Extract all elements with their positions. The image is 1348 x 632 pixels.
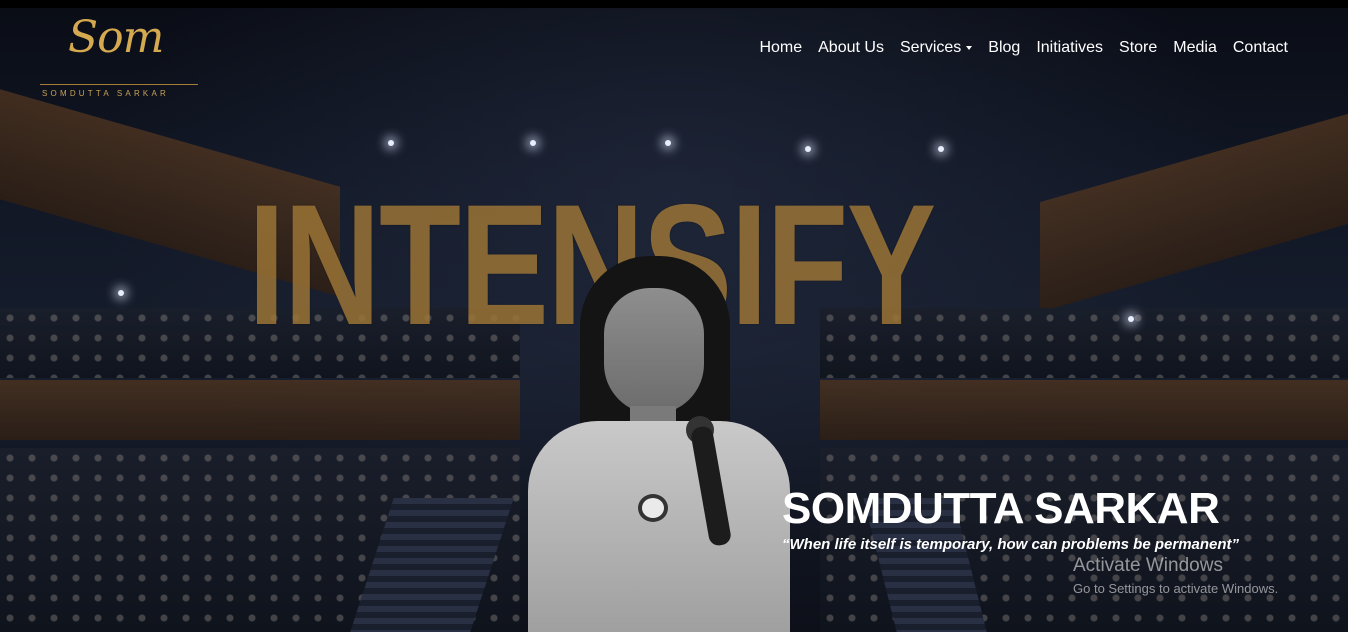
nav-media[interactable]: Media [1173,38,1217,58]
logo-subtitle: SOMDUTTA SARKAR [42,89,169,98]
activate-windows-title: Activate Windows [1073,555,1223,576]
nav-initiatives[interactable]: Initiatives [1036,38,1103,58]
logo-divider [40,84,198,85]
ceiling-light [530,140,536,146]
logo-script: Som [68,12,164,63]
site-logo[interactable]: Som SOMDUTTA SARKAR [40,12,200,100]
balcony-right-lower [820,380,1348,440]
main-nav: Home About Us Services Blog Initiatives … [743,38,1288,58]
activate-windows-watermark: Activate Windows Go to Settings to activ… [1073,555,1278,596]
nav-home[interactable]: Home [759,38,802,58]
hero-banner: INTENSIFY SOMDUTTA SARKAR “When life its… [0,8,1348,632]
ceiling-light [388,140,394,146]
ceiling-light [805,146,811,152]
speaker-face [604,288,704,414]
top-strip [0,0,1348,8]
chevron-down-icon [966,46,973,50]
nav-contact[interactable]: Contact [1233,38,1288,58]
wristwatch [638,494,668,522]
balcony-right-upper [1040,113,1348,313]
nav-store[interactable]: Store [1119,38,1157,58]
nav-services[interactable]: Services [899,38,973,58]
nav-services-label: Services [899,39,962,56]
balcony-left-lower [0,380,520,440]
ceiling-light [665,140,671,146]
activate-windows-subtitle: Go to Settings to activate Windows. [1073,581,1279,596]
ceiling-light [938,146,944,152]
ceiling-light [1128,316,1134,322]
nav-blog[interactable]: Blog [988,38,1020,58]
ceiling-light [118,290,124,296]
speaker-name: SOMDUTTA SARKAR [782,484,1220,533]
speaker-photo [510,256,810,632]
speaker-quote: “When life itself is temporary, how can … [782,536,1240,553]
nav-about-us[interactable]: About Us [818,38,884,58]
speaker-torso [528,421,790,632]
